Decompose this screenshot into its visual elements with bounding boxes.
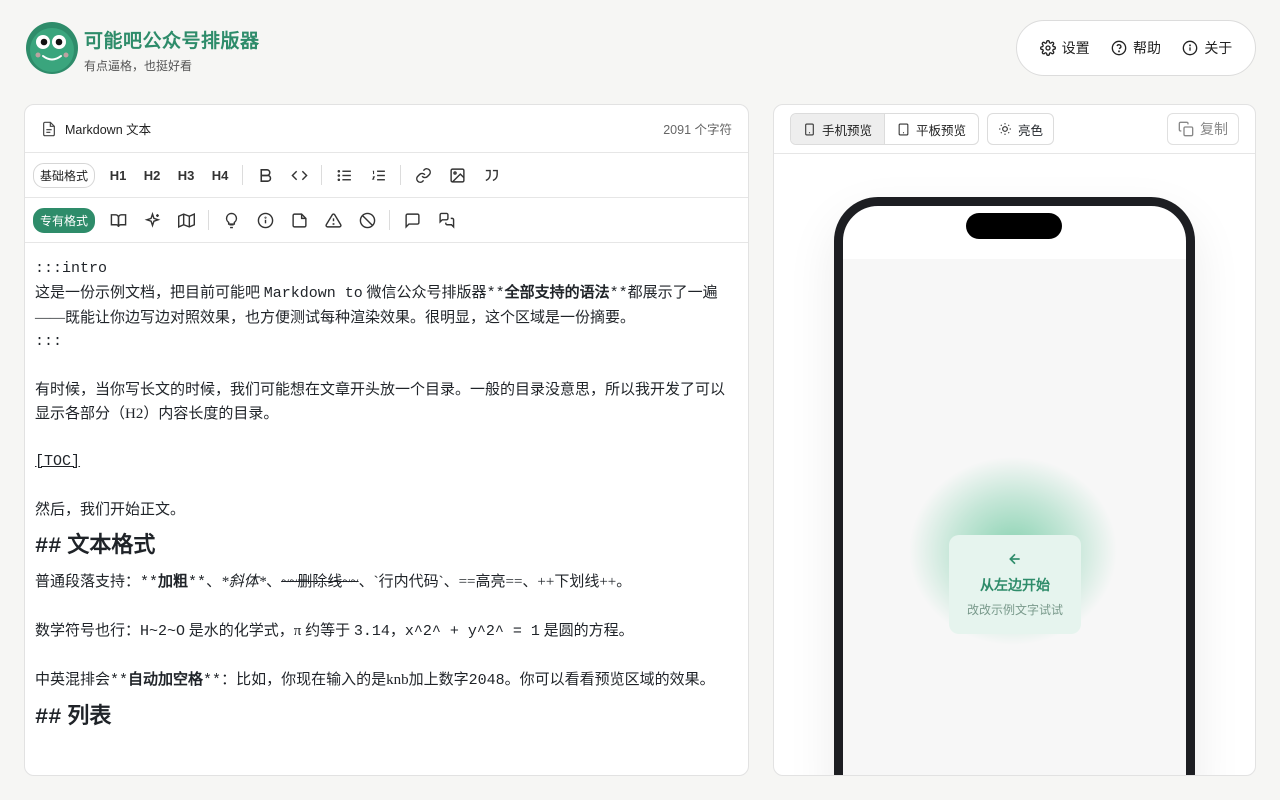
info-icon bbox=[1182, 40, 1198, 56]
sun-icon bbox=[999, 123, 1011, 135]
toolbar-divider bbox=[321, 165, 323, 185]
brand-subtitle: 有点逼格，也挺好看 bbox=[84, 59, 193, 73]
tip-button[interactable] bbox=[214, 205, 248, 235]
editor-line: ::: bbox=[35, 333, 63, 350]
special-format-tab[interactable]: 专有格式 bbox=[33, 207, 96, 233]
smartphone-icon bbox=[805, 123, 814, 135]
editor-line: :::intro bbox=[35, 260, 108, 277]
warning-triangle-icon bbox=[324, 212, 342, 228]
preview-header: 手机预览 平板预览 亮色 复制 bbox=[774, 105, 1255, 154]
editor-header: Markdown 文本 2091 个字符 bbox=[25, 105, 748, 153]
about-button[interactable]: 关于 bbox=[1182, 38, 1232, 58]
h4-button[interactable]: H4 bbox=[203, 160, 237, 190]
bullet-list-icon bbox=[337, 169, 351, 181]
comment-button[interactable] bbox=[395, 205, 429, 235]
quote-button[interactable] bbox=[474, 160, 508, 190]
basic-format-toolbar: 基础格式 H1 H2 H3 H4 bbox=[25, 153, 748, 198]
editor-line: 数学符号也行：H~2~O 是水的化学式，π 约等于 3.14，x^2^ + y^… bbox=[35, 623, 634, 640]
image-button[interactable] bbox=[440, 160, 474, 190]
danger-button[interactable] bbox=[350, 205, 384, 235]
frog-logo bbox=[26, 22, 78, 74]
map-button[interactable] bbox=[169, 205, 203, 235]
h1-button[interactable]: H1 bbox=[101, 160, 135, 190]
editor-line: 中英混排会**自动加空格**：比如，你现在输入的是knb加上数字2048。你可以… bbox=[35, 672, 715, 689]
about-label: 关于 bbox=[1204, 40, 1233, 56]
dialogue-button[interactable] bbox=[429, 205, 463, 235]
toolbar-divider bbox=[242, 165, 244, 185]
bullet-list-button[interactable] bbox=[327, 160, 361, 190]
settings-button[interactable]: 设置 bbox=[1039, 38, 1090, 58]
start-hint-card: 从左边开始 改改示例文字试试 bbox=[949, 535, 1081, 634]
editor-line: 普通段落支持：**加粗**、*斜体*、~~删除线~~、`行内代码`、==高亮==… bbox=[35, 574, 632, 591]
editor-line: 有时候，当你写长文的时候，我们可能想在文章开头放一个目录。一般的目录没意思，所以… bbox=[35, 382, 726, 422]
editor-line: [TOC] bbox=[35, 453, 81, 470]
info-block-button[interactable] bbox=[248, 205, 282, 235]
editor-heading: ## 列表 bbox=[35, 703, 112, 730]
bold-icon bbox=[259, 168, 271, 182]
start-hint-title: 从左边开始 bbox=[980, 577, 1050, 593]
theme-toggle-button[interactable]: 亮色 bbox=[987, 113, 1055, 145]
book-open-icon bbox=[110, 213, 126, 227]
arrow-left-icon bbox=[1007, 551, 1023, 569]
intro-block-button[interactable] bbox=[101, 205, 135, 235]
code-icon bbox=[290, 170, 308, 180]
start-hint-subtitle: 改改示例文字试试 bbox=[966, 603, 1063, 617]
message-square-icon bbox=[404, 212, 420, 229]
copy-button[interactable]: 复制 bbox=[1167, 113, 1239, 145]
phone-preview-tab[interactable]: 手机预览 bbox=[791, 114, 885, 144]
link-button[interactable] bbox=[406, 160, 440, 190]
bold-button[interactable] bbox=[248, 160, 282, 190]
map-icon bbox=[177, 212, 195, 228]
phone-notch bbox=[966, 213, 1062, 239]
editor-title: Markdown 文本 bbox=[65, 123, 152, 137]
messages-icon bbox=[438, 212, 454, 229]
help-label: 帮助 bbox=[1132, 40, 1161, 56]
phone-frame: 从左边开始 改改示例文字试试 bbox=[834, 197, 1195, 775]
brand-title: 可能吧公众号排版器 bbox=[84, 31, 260, 52]
editor-heading: ## 文本格式 bbox=[35, 532, 156, 559]
copy-icon bbox=[1178, 121, 1194, 137]
help-circle-icon bbox=[1111, 40, 1127, 56]
device-toggle: 手机预览 平板预览 bbox=[790, 113, 980, 145]
help-button[interactable]: 帮助 bbox=[1111, 38, 1161, 58]
h2-button[interactable]: H2 bbox=[135, 160, 169, 190]
tablet-icon bbox=[898, 123, 909, 135]
settings-label: 设置 bbox=[1061, 40, 1090, 56]
quote-icon bbox=[485, 169, 498, 181]
code-button[interactable] bbox=[282, 160, 316, 190]
h3-button[interactable]: H3 bbox=[169, 160, 203, 190]
special-format-toolbar: 专有格式 bbox=[25, 198, 748, 243]
note-icon bbox=[291, 212, 307, 228]
markdown-textarea[interactable]: :::intro 这是一份示例文档，把目前可能吧 Markdown to 微信公… bbox=[25, 243, 748, 735]
char-count: 2091 个字符 bbox=[663, 123, 732, 137]
image-icon bbox=[449, 167, 465, 183]
document-icon bbox=[43, 121, 55, 136]
lightbulb-icon bbox=[225, 212, 237, 228]
toolbar-divider bbox=[208, 210, 210, 230]
preview-panel: 手机预览 平板预览 亮色 复制 从左边开始 改改示例文字试试 bbox=[773, 104, 1256, 776]
ban-icon bbox=[359, 212, 375, 228]
markdown-editor-panel: Markdown 文本 2091 个字符 基础格式 H1 H2 H3 H4 专有… bbox=[24, 104, 749, 776]
basic-format-tab[interactable]: 基础格式 bbox=[33, 162, 96, 188]
gear-icon bbox=[1039, 40, 1056, 56]
warning-button[interactable] bbox=[316, 205, 350, 235]
editor-line: 这是一份示例文档，把目前可能吧 Markdown to 微信公众号排版器**全部… bbox=[35, 285, 718, 326]
info-icon bbox=[257, 212, 273, 228]
toolbar-divider bbox=[389, 210, 391, 230]
link-icon bbox=[415, 167, 431, 183]
sparkle-button[interactable] bbox=[135, 205, 169, 235]
note-button[interactable] bbox=[282, 205, 316, 235]
numbered-list-button[interactable] bbox=[361, 160, 395, 190]
toolbar-divider bbox=[400, 165, 402, 185]
sparkles-icon bbox=[144, 211, 160, 228]
numbered-list-icon bbox=[371, 170, 385, 180]
tablet-preview-tab[interactable]: 平板预览 bbox=[884, 114, 978, 144]
editor-line: 然后，我们开始正文。 bbox=[35, 502, 186, 518]
top-nav: 设置 帮助 关于 bbox=[1016, 20, 1256, 76]
